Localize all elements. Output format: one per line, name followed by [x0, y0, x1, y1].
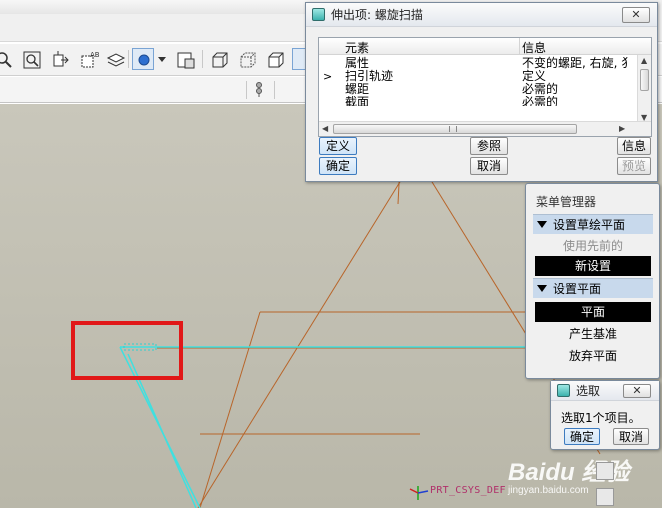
hidden-line-icon[interactable] — [236, 48, 258, 70]
horizontal-scrollbar[interactable]: ◀ ▶ — [319, 121, 651, 136]
highlight-annotation-box — [71, 321, 183, 380]
menu-item-plane[interactable]: 平面 — [535, 302, 651, 322]
zoom-icon[interactable] — [0, 48, 14, 70]
menu-section-setup-plane[interactable]: 设置平面 — [533, 278, 653, 298]
dialog-titlebar[interactable]: 伸出项: 螺旋扫描 — [306, 3, 657, 27]
datum-display-icon[interactable] — [255, 81, 263, 98]
menu-item-new-setup[interactable]: 新设置 — [535, 256, 651, 276]
references-button[interactable]: 参照 — [470, 137, 508, 155]
zoom-window-icon[interactable] — [20, 48, 42, 70]
dialog-title: 伸出项: 螺旋扫描 — [331, 8, 423, 22]
reorient-icon[interactable] — [48, 48, 70, 70]
dialog-app-icon — [312, 8, 325, 21]
appearance-icon[interactable] — [132, 48, 154, 70]
sweep-feature-dialog: 伸出项: 螺旋扫描 ✕ 元素 信息 属性 不变的螺距, 右旋, 犭 > 扫引轨迹… — [305, 2, 658, 182]
display-style-icon[interactable] — [208, 48, 230, 70]
select-title: 选取 — [576, 384, 601, 398]
select-ok-button[interactable]: 确定 — [564, 428, 600, 445]
cancel-button[interactable]: 取消 — [470, 157, 508, 175]
scroll-up-icon[interactable]: ▲ — [641, 56, 647, 65]
table-row[interactable]: 螺距 必需的 — [319, 83, 639, 96]
menu-item-make-datum[interactable]: 产生基准 — [535, 324, 651, 344]
menu-item-quit-plane[interactable]: 放弃平面 — [535, 346, 651, 366]
dialog-app-icon — [557, 384, 570, 397]
csys-label: PRT_CSYS_DEF — [430, 485, 506, 496]
close-button[interactable]: ✕ — [623, 384, 651, 398]
collapse-triangle-icon — [537, 221, 547, 228]
close-button[interactable]: ✕ — [622, 7, 650, 23]
view-toggle-icon[interactable] — [596, 462, 614, 480]
scroll-right-icon[interactable]: ▶ — [619, 124, 625, 133]
collapse-triangle-icon — [537, 285, 547, 292]
layers-icon[interactable] — [104, 48, 126, 70]
ok-button[interactable]: 确定 — [319, 157, 357, 175]
named-views-icon[interactable]: AB — [78, 48, 100, 70]
table-header: 元素 信息 — [319, 38, 651, 55]
column-header-info[interactable]: 信息 — [522, 39, 546, 56]
info-button[interactable]: 信息 — [617, 137, 651, 155]
menu-manager-title: 菜单管理器 — [536, 195, 597, 209]
sketch-icon[interactable] — [596, 488, 614, 506]
preview-button[interactable]: 预览 — [617, 157, 651, 175]
define-button[interactable]: 定义 — [319, 137, 357, 155]
vertical-scrollbar[interactable]: ▲ ▼ — [637, 55, 651, 123]
menu-manager: 菜单管理器 设置草绘平面 使用先前的 新设置 设置平面 平面 产生基准 放弃平面 — [525, 183, 660, 379]
svg-text:AB: AB — [90, 51, 100, 59]
current-row-marker: > — [323, 70, 333, 83]
dropdown-arrow-icon[interactable] — [158, 57, 166, 62]
scroll-left-icon[interactable]: ◀ — [322, 124, 328, 133]
element-table: 元素 信息 属性 不变的螺距, 右旋, 犭 > 扫引轨迹 定义 螺距 必需的 截… — [318, 37, 652, 137]
no-hidden-icon[interactable] — [264, 48, 286, 70]
menu-item-use-previous[interactable]: 使用先前的 — [535, 236, 651, 256]
scroll-thumb[interactable] — [640, 69, 649, 91]
shading-icon[interactable] — [292, 48, 306, 70]
table-row[interactable]: 截面 必需的 — [319, 96, 639, 106]
render-icon[interactable] — [174, 48, 196, 70]
menu-section-sketch-plane[interactable]: 设置草绘平面 — [533, 214, 653, 234]
column-header-element[interactable]: 元素 — [345, 39, 369, 56]
select-message: 选取1个项目。 — [561, 411, 641, 425]
select-dialog: 选取 ✕ 选取1个项目。 确定 取消 — [550, 380, 660, 450]
select-cancel-button[interactable]: 取消 — [613, 428, 649, 445]
scroll-thumb[interactable] — [333, 124, 577, 134]
